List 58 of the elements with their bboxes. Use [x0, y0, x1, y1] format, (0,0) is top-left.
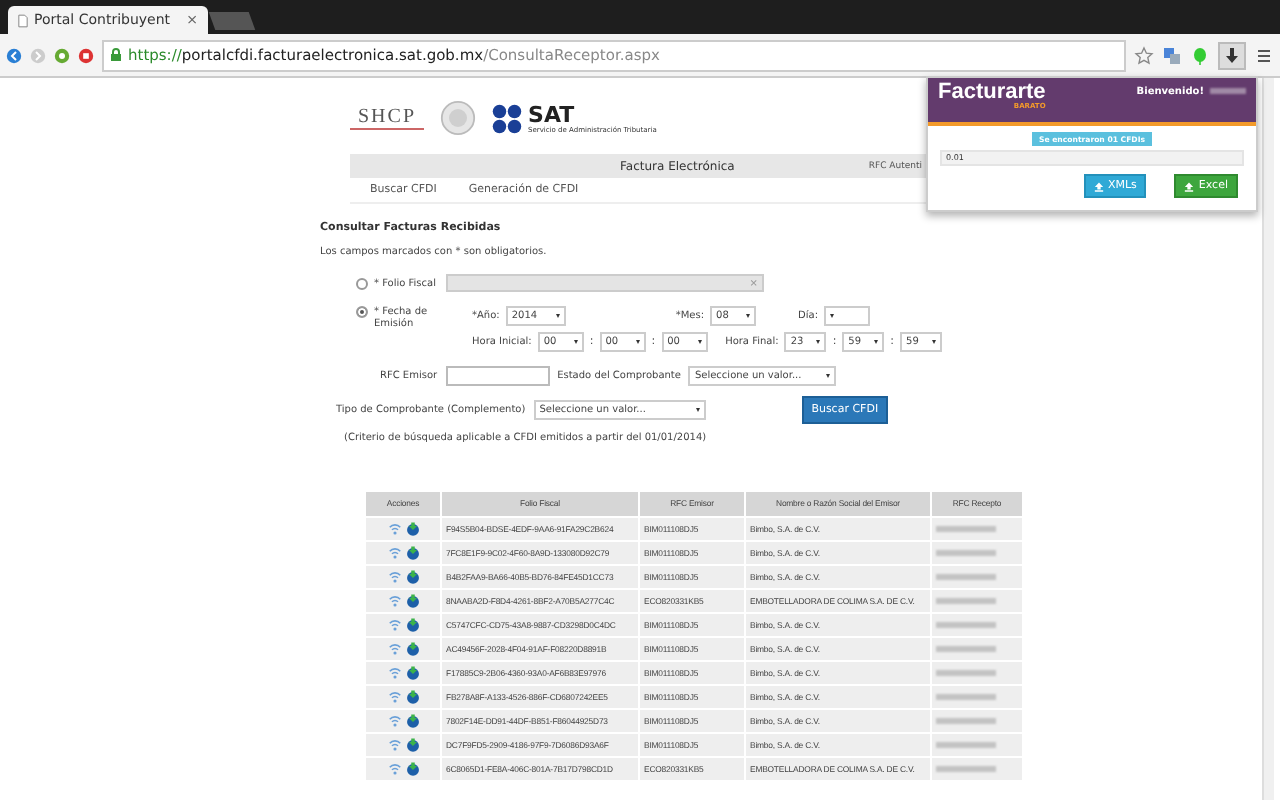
- signal-icon[interactable]: [387, 690, 401, 705]
- upload-icon: [1093, 181, 1104, 191]
- blurred-value: [936, 718, 996, 724]
- signal-icon[interactable]: [387, 762, 401, 777]
- download-icon[interactable]: [1222, 45, 1242, 65]
- signal-icon[interactable]: [387, 714, 401, 729]
- lock-icon: [110, 48, 122, 62]
- blurred-value: [936, 646, 996, 652]
- signal-icon[interactable]: [387, 522, 401, 537]
- forward-icon[interactable]: [30, 47, 46, 63]
- signal-icon[interactable]: [387, 642, 401, 657]
- globe-download-icon[interactable]: [405, 594, 419, 609]
- blurred-value: [936, 766, 996, 772]
- globe-download-icon[interactable]: [405, 738, 419, 753]
- facturarte-logo: Facturarte: [938, 82, 1046, 104]
- globe-download-icon[interactable]: [405, 522, 419, 537]
- globe-download-icon[interactable]: [405, 642, 419, 657]
- blurred-value: [936, 550, 996, 556]
- day-select[interactable]: [824, 306, 871, 326]
- translate-icon[interactable]: [1162, 45, 1182, 65]
- back-icon[interactable]: [6, 47, 22, 63]
- globe-download-icon[interactable]: [405, 570, 419, 585]
- blurred-value: [936, 694, 996, 700]
- globe-download-icon[interactable]: [405, 666, 419, 681]
- sat-logo: SAT: [528, 103, 575, 125]
- seal-icon: [440, 100, 477, 136]
- menu-icon[interactable]: [1254, 45, 1274, 65]
- blurred-value: [936, 526, 996, 532]
- rfc-field[interactable]: [445, 366, 550, 386]
- scrollbar[interactable]: [1262, 78, 1274, 800]
- radio-button[interactable]: [356, 277, 368, 289]
- signal-icon[interactable]: [387, 738, 401, 753]
- globe-download-icon[interactable]: [405, 690, 419, 705]
- page-icon: [18, 13, 28, 27]
- globe-download-icon[interactable]: [405, 618, 419, 633]
- blurred-value: [936, 670, 996, 676]
- blurred-value: [936, 622, 996, 628]
- blurred-value: [936, 574, 996, 580]
- radio-button[interactable]: [356, 306, 368, 318]
- blurred-value: [936, 742, 996, 748]
- blurred-value: [936, 598, 996, 604]
- shcp-logo: SHCP: [350, 106, 425, 130]
- sat-dots-icon: [492, 103, 523, 133]
- signal-icon[interactable]: [387, 546, 401, 561]
- signal-icon[interactable]: [387, 570, 401, 585]
- signal-icon[interactable]: [387, 618, 401, 633]
- extension-icon[interactable]: [54, 47, 70, 63]
- stop-icon[interactable]: [78, 47, 94, 63]
- globe-download-icon[interactable]: [405, 546, 419, 561]
- globe-download-icon[interactable]: [405, 714, 419, 729]
- upload-icon: [1184, 181, 1195, 191]
- blurred-username: [1210, 88, 1246, 94]
- leaf-icon[interactable]: [1190, 45, 1210, 65]
- globe-download-icon[interactable]: [405, 762, 419, 777]
- star-icon[interactable]: [1134, 45, 1154, 65]
- new-tab-button[interactable]: [208, 12, 256, 30]
- signal-icon[interactable]: [387, 594, 401, 609]
- signal-icon[interactable]: [387, 666, 401, 681]
